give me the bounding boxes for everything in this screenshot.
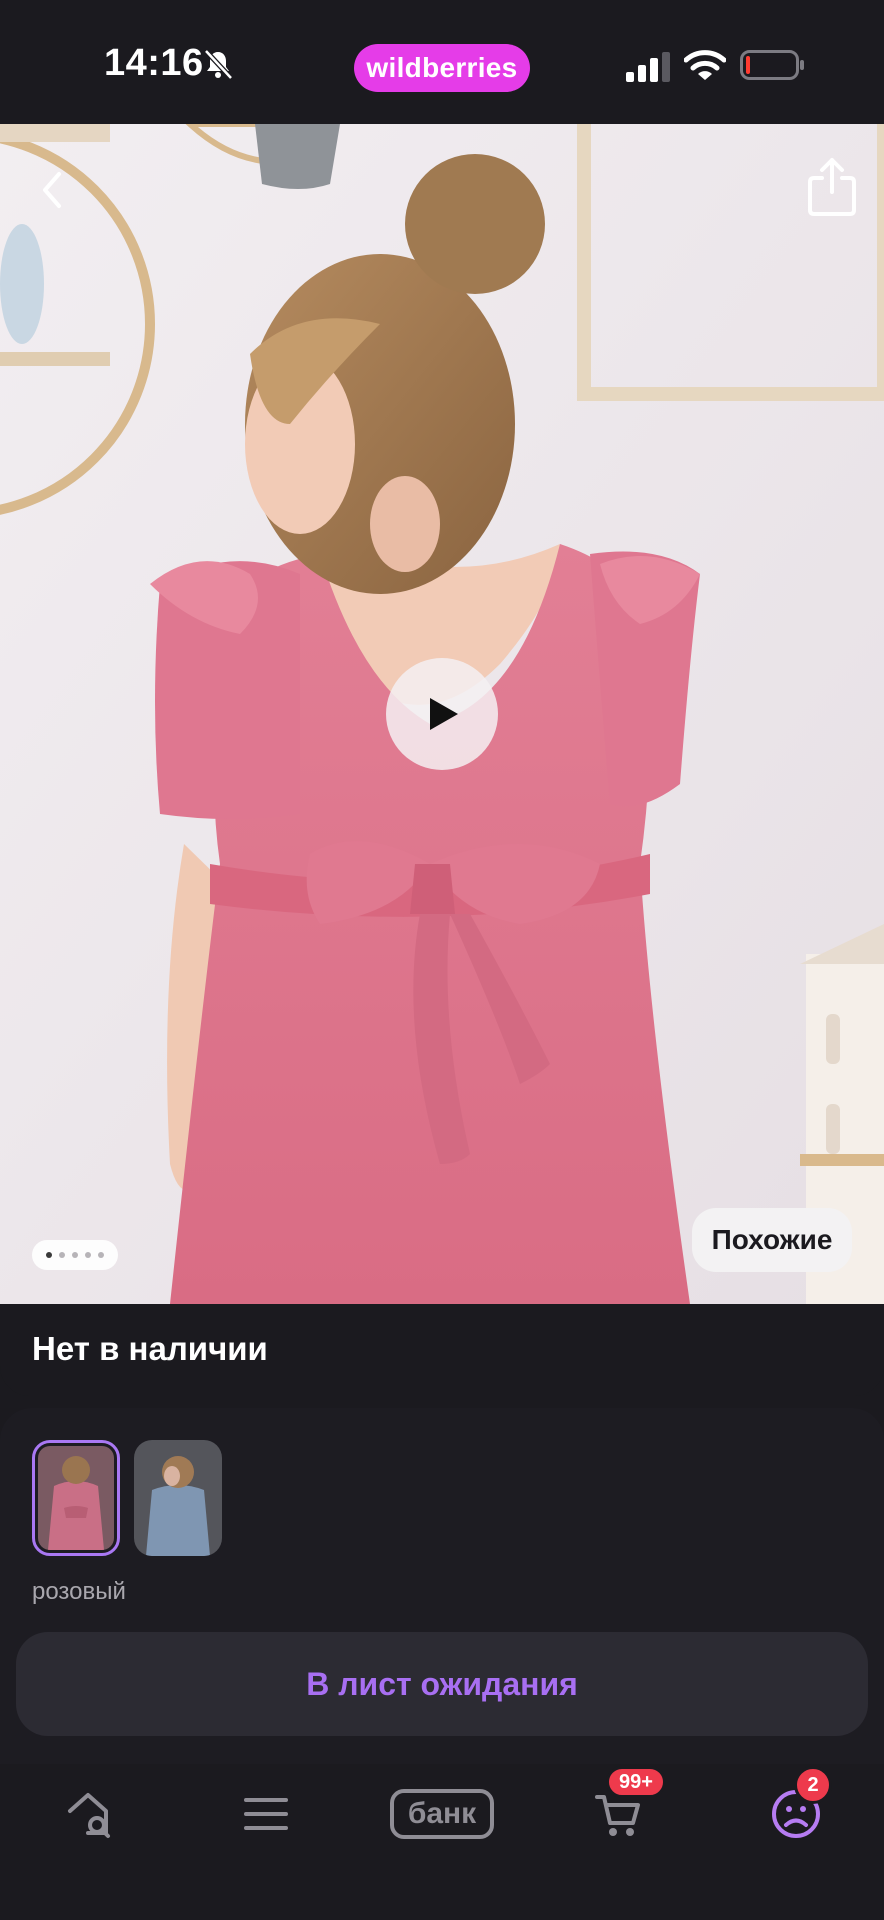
nav-cart[interactable]: 99+: [578, 1766, 666, 1854]
photo-pager: [32, 1240, 118, 1270]
color-variant-pink[interactable]: [32, 1440, 120, 1556]
similar-button[interactable]: Похожие: [692, 1208, 852, 1272]
bank-icon: банк: [390, 1789, 494, 1839]
selected-color-label: розовый: [32, 1578, 126, 1605]
pink-dress-thumbnail: [38, 1446, 114, 1550]
pager-dot: [85, 1252, 91, 1258]
menu-icon: [244, 1798, 288, 1830]
wifi-icon: [684, 50, 726, 80]
availability-status: Нет в наличии: [32, 1330, 268, 1367]
play-icon: [430, 698, 458, 730]
brand-logo: wildberries: [354, 44, 530, 92]
cellular-signal-icon: [626, 52, 670, 82]
cart-badge: 99+: [606, 1766, 666, 1798]
clock: 14:16: [104, 42, 204, 84]
pager-dot: [72, 1252, 78, 1258]
availability-section: Нет в наличии: [0, 1304, 884, 1396]
nav-profile[interactable]: 2: [756, 1766, 836, 1854]
pager-dot: [59, 1252, 65, 1258]
product-photo-gallery[interactable]: Похожие: [0, 124, 884, 1304]
color-variant-blue[interactable]: [134, 1440, 222, 1556]
nav-bank[interactable]: банк: [388, 1774, 496, 1854]
battery-low-icon: [740, 50, 804, 80]
pager-dot: [98, 1252, 104, 1258]
bank-label: банк: [407, 1797, 477, 1830]
status-bar: 14:16 wildberries: [0, 0, 884, 124]
share-icon[interactable]: [806, 154, 858, 218]
add-to-waitlist-button[interactable]: В лист ожидания: [16, 1632, 868, 1736]
back-button[interactable]: [28, 160, 76, 220]
profile-badge: 2: [794, 1766, 832, 1804]
chevron-left-icon: [43, 172, 61, 208]
blue-dress-thumbnail: [134, 1440, 222, 1556]
nav-home-search[interactable]: [50, 1774, 130, 1854]
home-search-icon: [68, 1793, 110, 1838]
bottom-navigation: банк 99+ 2: [0, 1764, 884, 1920]
pager-dot: [46, 1252, 52, 1258]
play-video-button[interactable]: [386, 658, 498, 770]
bell-slash-icon: [204, 49, 233, 80]
nav-catalog[interactable]: [226, 1774, 306, 1854]
variants-card: розовый В лист ожидания: [0, 1408, 884, 1764]
